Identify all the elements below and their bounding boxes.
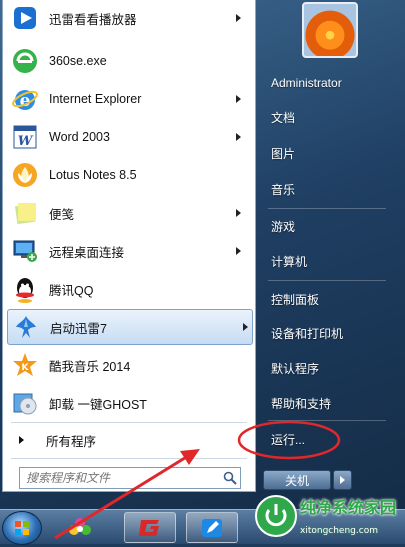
right-separator	[268, 280, 386, 281]
ghost-uninstall-icon	[9, 387, 41, 419]
search-input[interactable]	[20, 470, 220, 486]
kuwo-icon: K	[9, 349, 41, 381]
program-kuwo[interactable]: K 酷我音乐 2014	[7, 347, 251, 383]
flower-app-icon	[69, 517, 91, 535]
program-label: 酷我音乐 2014	[49, 359, 131, 374]
search-icon[interactable]	[220, 468, 240, 488]
pencil-app-icon	[202, 518, 222, 537]
shutdown-label: 关机	[284, 473, 309, 488]
pictures-link[interactable]: 图片	[262, 136, 392, 170]
music-label: 音乐	[271, 182, 296, 197]
program-word-2003[interactable]: W Word 2003	[7, 119, 251, 155]
submenu-arrow-icon[interactable]	[236, 95, 241, 103]
360se-icon	[9, 45, 41, 77]
program-label: 卸载 一键GHOST	[49, 397, 147, 412]
documents-label: 文档	[271, 110, 296, 125]
program-xunlei-7[interactable]: 启动迅雷7	[7, 309, 253, 345]
sticky-notes-icon	[9, 197, 41, 229]
program-label: Internet Explorer	[49, 92, 142, 106]
internet-explorer-icon: e	[9, 83, 41, 115]
default-programs-link[interactable]: 默认程序	[262, 351, 392, 385]
chevron-right-icon	[340, 476, 345, 484]
program-ghost-uninstall[interactable]: 卸载 一键GHOST	[7, 385, 251, 421]
windows-logo-icon	[15, 521, 29, 535]
xunlei-kankan-icon	[9, 2, 41, 34]
submenu-arrow-icon[interactable]	[236, 14, 241, 22]
watermark-url: xitongcheng.com	[300, 526, 378, 536]
computer-label: 计算机	[271, 254, 308, 269]
red-g-app-icon	[139, 519, 159, 536]
shutdown-options-button[interactable]	[333, 470, 352, 490]
submenu-arrow-icon[interactable]	[236, 133, 241, 141]
devices-printers-label: 设备和打印机	[271, 326, 344, 341]
games-label: 游戏	[271, 219, 296, 234]
word-icon: W	[9, 121, 41, 153]
program-label: 360se.exe	[49, 54, 107, 68]
remote-desktop-icon	[9, 235, 41, 267]
program-remote-desktop[interactable]: 远程桌面连接	[7, 233, 251, 269]
program-label: 迅雷看看播放器	[49, 12, 137, 27]
program-label: Word 2003	[49, 130, 110, 144]
lotus-notes-icon	[9, 159, 41, 191]
watermark-text: 纯净系统家园	[300, 498, 397, 517]
qq-icon	[9, 273, 41, 305]
control-panel-link[interactable]: 控制面板	[262, 282, 392, 316]
svg-text:K: K	[22, 363, 30, 373]
user-avatar[interactable]	[302, 2, 358, 58]
taskbar-app-edit[interactable]	[186, 512, 238, 543]
program-label: 腾讯QQ	[49, 283, 94, 298]
expand-arrow-icon	[19, 436, 24, 444]
taskbar-app-flower[interactable]	[54, 512, 106, 543]
xunlei-icon	[10, 311, 42, 343]
user-name-link[interactable]: Administrator	[262, 66, 392, 100]
user-name-label: Administrator	[271, 76, 342, 90]
submenu-arrow-icon[interactable]	[236, 247, 241, 255]
control-panel-label: 控制面板	[271, 292, 320, 307]
program-label: Lotus Notes 8.5	[49, 168, 137, 182]
music-link[interactable]: 音乐	[262, 172, 392, 206]
games-link[interactable]: 游戏	[262, 209, 392, 243]
program-label: 便笺	[49, 207, 75, 222]
help-support-link[interactable]: 帮助和支持	[262, 386, 392, 420]
svg-text:W: W	[18, 134, 34, 149]
program-label: 启动迅雷7	[50, 321, 107, 336]
menu-separator	[11, 458, 247, 459]
documents-link[interactable]: 文档	[262, 100, 392, 134]
program-lotus-notes[interactable]: Lotus Notes 8.5	[7, 157, 251, 193]
program-sticky-notes[interactable]: 便笺	[7, 195, 251, 231]
devices-printers-link[interactable]: 设备和打印机	[262, 316, 392, 350]
start-menu-programs-panel: 迅雷看看播放器 360se.exe e Internet Explorer W …	[2, 0, 256, 492]
computer-link[interactable]: 计算机	[262, 244, 392, 278]
program-qq[interactable]: 腾讯QQ	[7, 271, 251, 307]
default-programs-label: 默认程序	[271, 361, 320, 376]
all-programs-button[interactable]: 所有程序	[7, 425, 251, 455]
pictures-label: 图片	[271, 146, 296, 161]
program-360se[interactable]: 360se.exe	[7, 43, 251, 79]
menu-separator	[11, 422, 247, 423]
shutdown-button[interactable]: 关机	[263, 470, 331, 490]
run-link[interactable]: 运行...	[262, 422, 392, 456]
submenu-arrow-icon[interactable]	[243, 323, 248, 331]
search-box[interactable]	[19, 467, 241, 489]
help-support-label: 帮助和支持	[271, 396, 332, 411]
all-programs-label: 所有程序	[46, 434, 97, 449]
program-internet-explorer[interactable]: e Internet Explorer	[7, 81, 251, 117]
program-label: 远程桌面连接	[49, 245, 125, 260]
taskbar-app-red[interactable]	[124, 512, 176, 543]
run-label: 运行...	[271, 432, 306, 447]
program-xunlei-kankan[interactable]: 迅雷看看播放器	[7, 0, 251, 36]
right-separator	[268, 420, 386, 421]
start-button[interactable]	[2, 511, 42, 545]
submenu-arrow-icon[interactable]	[236, 209, 241, 217]
